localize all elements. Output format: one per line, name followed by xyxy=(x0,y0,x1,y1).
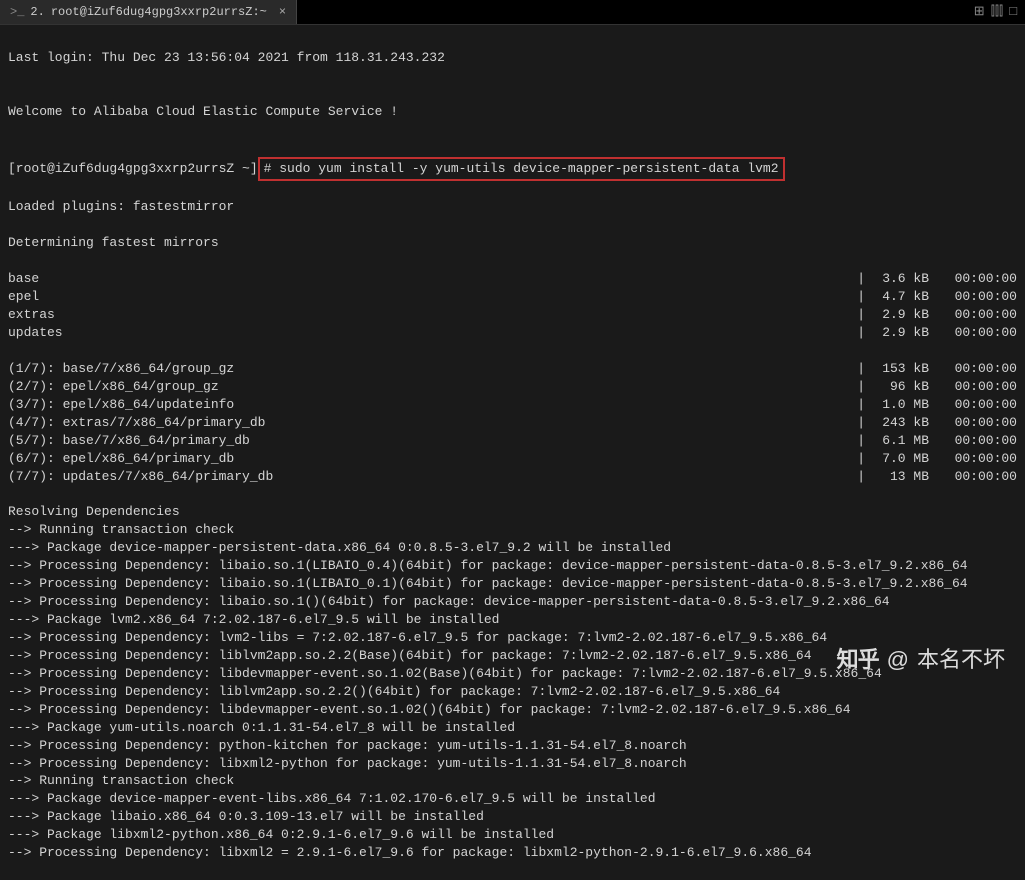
dep-line: --> Running transaction check xyxy=(8,772,1017,790)
dep-line: ---> Package device-mapper-event-libs.x8… xyxy=(8,790,1017,808)
terminal-icon: >_ xyxy=(10,4,24,21)
repo-row: (7/7): updates/7/x86_64/primary_db | 13 M… xyxy=(8,468,1017,486)
repo-time: 00:00:00 xyxy=(929,468,1017,486)
repo-name: epel xyxy=(8,288,39,306)
tab-title: root@iZuf6dug4gpg3xxrp2urrsZ:~ xyxy=(51,4,267,21)
tab-index: 2. xyxy=(30,4,44,21)
repo-size: 2.9 kB xyxy=(869,306,929,324)
repo-size: 243 kB xyxy=(869,414,929,432)
repo-size: 13 MB xyxy=(869,468,929,486)
dep-line: ---> Package device-mapper-persistent-da… xyxy=(8,539,1017,557)
repo-time: 00:00:00 xyxy=(929,414,1017,432)
separator-bar: | xyxy=(853,288,869,306)
repo-time: 00:00:00 xyxy=(929,360,1017,378)
dep-line: --> Processing Dependency: libxml2 = 2.9… xyxy=(8,844,1017,862)
dep-line: --> Processing Dependency: lvm2-libs = 7… xyxy=(8,629,1017,647)
separator-bar: | xyxy=(853,378,869,396)
dep-line: ---> Package lvm2.x86_64 7:2.02.187-6.el… xyxy=(8,611,1017,629)
panes-icon[interactable]: ⫿⫿⫿ xyxy=(989,3,1005,21)
last-login-line: Last login: Thu Dec 23 13:56:04 2021 fro… xyxy=(8,49,1017,67)
dep-line: ---> Package libxml2-python.x86_64 0:2.9… xyxy=(8,826,1017,844)
repo-row: (4/7): extras/7/x86_64/primary_db |243 kB… xyxy=(8,414,1017,432)
repo-size: 2.9 kB xyxy=(869,324,929,342)
repo-row: updates |2.9 kB00:00:00 xyxy=(8,324,1017,342)
prompt-line: [root@iZuf6dug4gpg3xxrp2urrsZ ~]# sudo y… xyxy=(8,157,1017,181)
dep-line: --> Processing Dependency: libaio.so.1(L… xyxy=(8,575,1017,593)
repo-name: base xyxy=(8,270,39,288)
dep-line: Resolving Dependencies xyxy=(8,503,1017,521)
repo-name: (5/7): base/7/x86_64/primary_db xyxy=(8,432,250,450)
close-icon[interactable]: × xyxy=(279,4,286,21)
separator-bar: | xyxy=(853,432,869,450)
dep-line: ---> Package libaio.x86_64 0:0.3.109-13.… xyxy=(8,808,1017,826)
tab-bar: >_ 2. root@iZuf6dug4gpg3xxrp2urrsZ:~ × ⊞… xyxy=(0,0,1025,25)
separator-bar: | xyxy=(853,306,869,324)
plugins-line: Loaded plugins: fastestmirror xyxy=(8,198,1017,216)
repo-row: (6/7): epel/x86_64/primary_db |7.0 MB00:0… xyxy=(8,450,1017,468)
repo-name: (2/7): epel/x86_64/group_gz xyxy=(8,378,219,396)
repo-size: 7.0 MB xyxy=(869,450,929,468)
dep-line: --> Processing Dependency: python-kitche… xyxy=(8,737,1017,755)
terminal-output[interactable]: Last login: Thu Dec 23 13:56:04 2021 fro… xyxy=(0,25,1025,880)
command-highlight-box: # sudo yum install -y yum-utils device-m… xyxy=(258,157,785,181)
separator-bar: | xyxy=(853,468,869,486)
repo-row: base |3.6 kB00:00:00 xyxy=(8,270,1017,288)
dep-line: ---> Package yum-utils.noarch 0:1.1.31-5… xyxy=(8,719,1017,737)
repo-time: 00:00:00 xyxy=(929,270,1017,288)
dep-line: --> Running transaction check xyxy=(8,521,1017,539)
dep-line: --> Processing Dependency: libaio.so.1(L… xyxy=(8,557,1017,575)
separator-bar: | xyxy=(853,270,869,288)
dep-line: --> Processing Dependency: liblvm2app.so… xyxy=(8,683,1017,701)
separator-bar: | xyxy=(853,450,869,468)
separator-bar: | xyxy=(853,414,869,432)
command-text: sudo yum install -y yum-utils device-map… xyxy=(271,161,778,176)
repo-row: (2/7): epel/x86_64/group_gz | 96 kB00:00:… xyxy=(8,378,1017,396)
window-controls: ⊞ ⫿⫿⫿ □ xyxy=(972,0,1025,24)
repo-size: 4.7 kB xyxy=(869,288,929,306)
repo-size: 3.6 kB xyxy=(869,270,929,288)
maximize-icon[interactable]: □ xyxy=(1007,3,1019,21)
dep-line: --> Processing Dependency: libdevmapper-… xyxy=(8,665,1017,683)
repo-time: 00:00:00 xyxy=(929,378,1017,396)
dep-line: --> Processing Dependency: liblvm2app.so… xyxy=(8,647,1017,665)
repo-time: 00:00:00 xyxy=(929,324,1017,342)
repo-time: 00:00:00 xyxy=(929,450,1017,468)
terminal-tab[interactable]: >_ 2. root@iZuf6dug4gpg3xxrp2urrsZ:~ × xyxy=(0,0,297,24)
dep-line: --> Processing Dependency: libxml2-pytho… xyxy=(8,755,1017,773)
repo-size: 153 kB xyxy=(869,360,929,378)
repo-name: updates xyxy=(8,324,63,342)
repo-row: extras |2.9 kB00:00:00 xyxy=(8,306,1017,324)
dep-line: --> Processing Dependency: libdevmapper-… xyxy=(8,701,1017,719)
repo-size: 96 kB xyxy=(869,378,929,396)
prompt-prefix: [root@iZuf6dug4gpg3xxrp2urrsZ ~] xyxy=(8,161,258,176)
welcome-line: Welcome to Alibaba Cloud Elastic Compute… xyxy=(8,103,1017,121)
repo-name: (7/7): updates/7/x86_64/primary_db xyxy=(8,468,273,486)
repo-row: epel |4.7 kB00:00:00 xyxy=(8,288,1017,306)
repo-name: (4/7): extras/7/x86_64/primary_db xyxy=(8,414,265,432)
split-icon[interactable]: ⊞ xyxy=(972,3,987,21)
separator-bar: | xyxy=(853,360,869,378)
determine-line: Determining fastest mirrors xyxy=(8,234,1017,252)
repo-row: (1/7): base/7/x86_64/group_gz |153 kB00:0… xyxy=(8,360,1017,378)
repo-name: extras xyxy=(8,306,55,324)
repo-size: 6.1 MB xyxy=(869,432,929,450)
repo-name: (1/7): base/7/x86_64/group_gz xyxy=(8,360,234,378)
repo-name: (6/7): epel/x86_64/primary_db xyxy=(8,450,234,468)
repo-time: 00:00:00 xyxy=(929,288,1017,306)
repo-row: (5/7): base/7/x86_64/primary_db |6.1 MB00… xyxy=(8,432,1017,450)
repo-time: 00:00:00 xyxy=(929,432,1017,450)
repo-name: (3/7): epel/x86_64/updateinfo xyxy=(8,396,234,414)
repo-time: 00:00:00 xyxy=(929,306,1017,324)
repo-row: (3/7): epel/x86_64/updateinfo |1.0 MB00:0… xyxy=(8,396,1017,414)
repo-size: 1.0 MB xyxy=(869,396,929,414)
separator-bar: | xyxy=(853,324,869,342)
repo-time: 00:00:00 xyxy=(929,396,1017,414)
dep-line: --> Processing Dependency: libaio.so.1()… xyxy=(8,593,1017,611)
separator-bar: | xyxy=(853,396,869,414)
